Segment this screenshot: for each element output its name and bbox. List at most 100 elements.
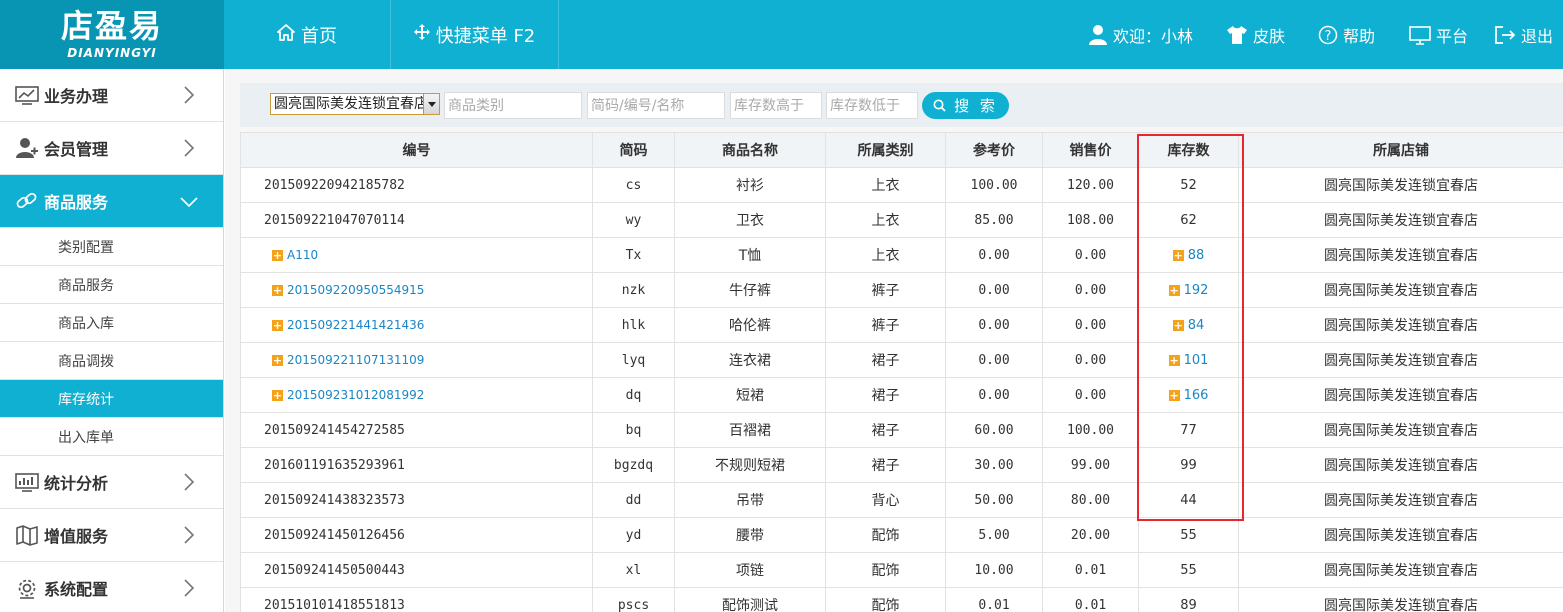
sidebar-item-category-config[interactable]: 类别配置 (0, 228, 223, 266)
code-link[interactable]: A110 (287, 248, 318, 262)
table-row[interactable]: +201509221107131109 lyq 连衣裙 裙子 0.00 0.00 +101 圆… (240, 342, 1563, 378)
store-select[interactable]: 圆亮国际美发连锁宜春店 (270, 93, 440, 115)
expand-plus-icon[interactable]: + (1172, 319, 1184, 331)
stock-link[interactable]: 101 (1184, 353, 1209, 368)
expand-plus-icon[interactable]: + (272, 354, 283, 366)
cell-code: 201509221047070114 (240, 202, 593, 238)
cell-name: 百褶裙 (674, 412, 826, 448)
table-row[interactable]: 201509221047070114 wy 卫衣 上衣 85.00 108.00 62 圆亮国… (240, 202, 1563, 238)
table-row[interactable]: 201509220942185782 cs 衬衫 上衣 100.00 120.00 52 圆亮… (240, 167, 1563, 203)
table-row[interactable]: 201509241450126456 yd 腰带 配饰 5.00 20.00 55 圆亮国际美… (240, 517, 1563, 553)
code-name-input[interactable] (587, 92, 725, 119)
code-link[interactable]: 201509221441421436 (287, 318, 424, 332)
cell-short: bq (592, 412, 675, 448)
stock-link[interactable]: 88 (1188, 248, 1205, 263)
cell-code[interactable]: +201509221441421436 (240, 307, 593, 343)
chevron-right-icon (184, 139, 195, 157)
cell-stock: 55 (1138, 552, 1239, 588)
code-link[interactable]: 201509221107131109 (287, 353, 424, 367)
sidebar-group-business[interactable]: 业务办理 (0, 69, 223, 122)
search-button[interactable]: 搜 索 (922, 92, 1009, 119)
cell-code[interactable]: + A110 (240, 237, 593, 273)
dropdown-arrow-icon[interactable] (423, 94, 439, 114)
table-row[interactable]: +201509221441421436 hlk 哈伦裤 裤子 0.00 0.00 +84 圆亮… (240, 307, 1563, 343)
logout-label: 退出 (1521, 27, 1554, 46)
cell-code[interactable]: +201509231012081992 (240, 377, 593, 413)
cell-short: dq (592, 377, 675, 413)
expand-plus-icon[interactable]: + (272, 319, 283, 331)
table-row[interactable]: 201601191635293961 bgzdq 不规则短裙 裙子 30.00 99.00… (240, 447, 1563, 483)
col-header-store[interactable]: 所属店铺 (1238, 132, 1563, 168)
sidebar-item-transfer[interactable]: 商品调拨 (0, 342, 223, 380)
col-header-name[interactable]: 商品名称 (674, 132, 826, 168)
cell-sale-price: 0.00 (1042, 342, 1139, 378)
stock-below-input[interactable] (826, 92, 918, 119)
cell-stock[interactable]: +88 (1138, 237, 1239, 273)
expand-plus-icon[interactable]: + (1168, 284, 1180, 296)
nav-home[interactable]: 首页 (224, 0, 391, 69)
expand-plus-icon[interactable]: + (1172, 249, 1184, 261)
cell-code: 201509241450500443 (240, 552, 593, 588)
stats-icon (15, 473, 39, 492)
table-row[interactable]: + A110 Tx T恤 上衣 0.00 0.00 +88 圆亮国际美发连锁宜春店 (240, 237, 1563, 273)
stock-link[interactable]: 166 (1184, 388, 1209, 403)
cell-name: 连衣裙 (674, 342, 826, 378)
table-row[interactable]: 201509241450500443 xl 项链 配饰 10.00 0.01 55 圆亮国际美… (240, 552, 1563, 588)
cell-code[interactable]: +201509220950554915 (240, 272, 593, 308)
cell-ref-price: 0.00 (945, 342, 1043, 378)
col-header-category[interactable]: 所属类别 (825, 132, 946, 168)
cell-stock[interactable]: +101 (1138, 342, 1239, 378)
skin-button[interactable]: 皮肤 (1226, 22, 1285, 48)
cell-category: 裙子 (825, 342, 946, 378)
stock-link[interactable]: 84 (1188, 318, 1205, 333)
expand-plus-icon[interactable]: + (272, 389, 283, 401)
col-header-code[interactable]: 编号 (240, 132, 593, 168)
expand-plus-icon[interactable]: + (272, 284, 283, 296)
stock-link[interactable]: 192 (1184, 283, 1209, 298)
top-bar: 店盈易 DIANYINGYI 首页 快捷菜单 F2 欢迎：小林 皮肤 ? 帮助 … (0, 0, 1563, 69)
table-row[interactable]: 201509241454272585 bq 百褶裙 裙子 60.00 100.00 77 圆亮… (240, 412, 1563, 448)
col-header-ref-price[interactable]: 参考价 (945, 132, 1043, 168)
col-header-sale-price[interactable]: 销售价 (1042, 132, 1139, 168)
cell-stock[interactable]: +166 (1138, 377, 1239, 413)
col-header-stock[interactable]: 库存数 (1138, 132, 1239, 168)
cell-name: 项链 (674, 552, 826, 588)
sidebar-group-value-added[interactable]: 增值服务 (0, 509, 223, 562)
logo[interactable]: 店盈易 DIANYINGYI (0, 0, 224, 69)
table-row[interactable]: 201509241438323573 dd 吊带 背心 50.00 80.00 44 圆亮国际… (240, 482, 1563, 518)
table-body: 201509220942185782 cs 衬衫 上衣 100.00 120.00 52 圆亮… (240, 167, 1563, 612)
welcome-user[interactable]: 欢迎：小林 (1088, 22, 1193, 48)
sidebar-item-stock-in[interactable]: 商品入库 (0, 304, 223, 342)
cell-stock[interactable]: +192 (1138, 272, 1239, 308)
logout-button[interactable]: 退出 (1494, 22, 1553, 48)
cell-code: 201509220942185782 (240, 167, 593, 203)
expand-plus-icon[interactable]: + (1168, 354, 1180, 366)
table-row[interactable]: 201510101418551813 pscs 配饰测试 配饰 0.01 0.01 89 圆亮… (240, 587, 1563, 612)
cell-ref-price: 0.00 (945, 272, 1043, 308)
sidebar-item-inventory-stats[interactable]: 库存统计 (0, 380, 223, 418)
sidebar-item-product-service[interactable]: 商品服务 (0, 266, 223, 304)
sidebar-group-member[interactable]: 会员管理 (0, 122, 223, 175)
code-link[interactable]: 201509231012081992 (287, 388, 424, 402)
platform-button[interactable]: 平台 (1409, 22, 1468, 48)
expand-plus-icon[interactable]: + (1168, 389, 1180, 401)
sidebar-group-label: 系统配置 (44, 580, 109, 599)
table-row[interactable]: +201509231012081992 dq 短裙 裙子 0.00 0.00 +166 圆亮国… (240, 377, 1563, 413)
cell-category: 上衣 (825, 237, 946, 273)
col-header-short[interactable]: 简码 (592, 132, 675, 168)
sidebar-group-product[interactable]: 商品服务 (0, 175, 223, 228)
sidebar-group-stats[interactable]: 统计分析 (0, 456, 223, 509)
cell-code[interactable]: +201509221107131109 (240, 342, 593, 378)
search-icon (933, 99, 946, 112)
sidebar-group-system[interactable]: 系统配置 (0, 562, 223, 612)
category-input[interactable] (444, 92, 582, 119)
cell-stock[interactable]: +84 (1138, 307, 1239, 343)
help-button[interactable]: ? 帮助 (1318, 22, 1375, 48)
table-row[interactable]: +201509220950554915 nzk 牛仔裤 裤子 0.00 0.00 +192 圆… (240, 272, 1563, 308)
code-link[interactable]: 201509220950554915 (287, 283, 424, 297)
cell-ref-price: 30.00 (945, 447, 1043, 483)
stock-above-input[interactable] (730, 92, 822, 119)
nav-quick-menu[interactable]: 快捷菜单 F2 (391, 0, 559, 69)
expand-plus-icon[interactable]: + (272, 249, 283, 261)
sidebar-item-inout-orders[interactable]: 出入库单 (0, 418, 223, 456)
